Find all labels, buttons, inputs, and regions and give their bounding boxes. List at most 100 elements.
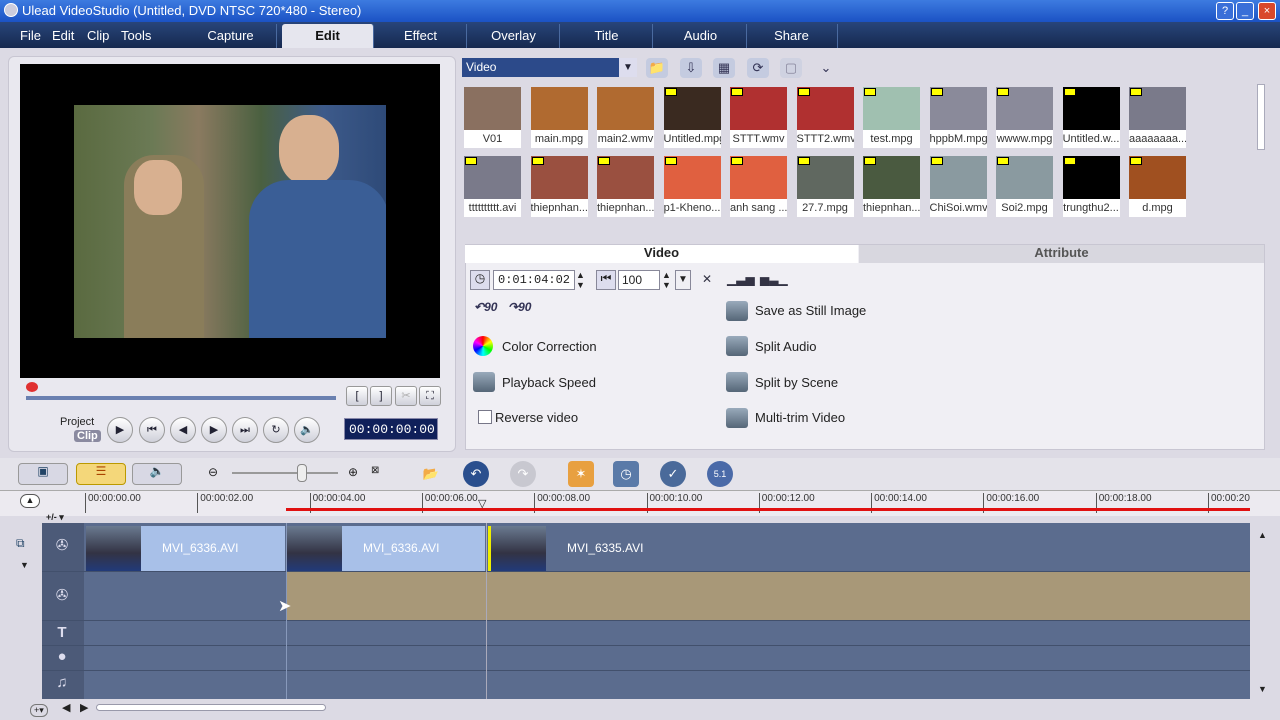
zoom-in-icon[interactable]: ⊕ — [348, 465, 358, 479]
timeline-scroll-down[interactable]: ▼ — [1258, 684, 1267, 694]
tab-audio[interactable]: Audio — [655, 24, 747, 48]
library-thumbnail[interactable]: test.mpg — [863, 87, 920, 148]
timeline-horizontal-scrollbar[interactable] — [96, 704, 326, 711]
menu-edit[interactable]: Edit — [52, 28, 74, 43]
library-thumbnail[interactable]: trungthu2... — [1062, 156, 1120, 217]
tab-video-options[interactable]: Video — [465, 245, 858, 263]
eject-icon[interactable]: ▲ — [20, 494, 40, 508]
rotate-right-button[interactable]: ↷90 — [508, 300, 531, 314]
play-button[interactable]: ▶ — [107, 417, 133, 443]
menu-clip[interactable]: Clip — [87, 28, 109, 43]
tab-capture[interactable]: Capture — [185, 24, 277, 48]
split-by-scene-button[interactable]: Split by Scene — [755, 375, 838, 390]
library-thumbnail[interactable]: main.mpg — [530, 87, 588, 148]
ripple-dropdown[interactable]: ▼ — [20, 560, 29, 570]
end-button[interactable]: ⏭ — [232, 417, 258, 443]
import-icon[interactable]: ⇩ — [680, 58, 702, 78]
enlarge-icon[interactable]: ⛶ — [419, 386, 441, 406]
library-thumbnail[interactable]: tttttttttt.avi — [464, 156, 521, 217]
tab-edit[interactable]: Edit — [282, 24, 374, 48]
clip-volume-field[interactable]: 100 — [618, 270, 660, 290]
volume-button[interactable]: 🔈 — [294, 417, 320, 443]
color-correction-button[interactable]: Color Correction — [502, 339, 597, 354]
mark-in-button[interactable]: [ — [346, 386, 368, 406]
multi-trim-video-button[interactable]: Multi-trim Video — [755, 410, 845, 425]
library-thumbnail[interactable]: Untitled.mpg — [663, 87, 721, 148]
rotate-left-button[interactable]: ↶90 — [474, 300, 497, 314]
playback-speed-button[interactable]: Playback Speed — [502, 375, 596, 390]
library-thumbnail[interactable]: Soi2.mpg — [996, 156, 1053, 217]
storyboard-view-button[interactable]: ▣ — [18, 463, 68, 485]
ripple-editing-icon[interactable]: ⧉ — [16, 536, 25, 551]
library-thumbnail[interactable]: ChiSoi.wmv — [929, 156, 987, 217]
library-category-dropdown[interactable]: Video ▼ — [462, 58, 637, 77]
tab-title[interactable]: Title — [561, 24, 653, 48]
timeline-options-button[interactable]: +▾ — [30, 704, 48, 717]
add-remove-tracks-button[interactable]: +/- ▾ — [46, 512, 64, 523]
timecode-field[interactable]: 00:00:00:00 — [344, 418, 438, 440]
library-thumbnail[interactable]: thiepnhan... — [530, 156, 588, 217]
cut-icon[interactable]: ✂ — [395, 386, 417, 406]
tab-effect[interactable]: Effect — [375, 24, 467, 48]
menu-file[interactable]: File — [20, 28, 41, 43]
audio-view-button[interactable]: 🔈 — [132, 463, 182, 485]
insert-media-icon[interactable]: 📂 — [418, 461, 444, 487]
volume-stepper[interactable]: ▲ ▼ — [662, 270, 671, 290]
timeline-clip[interactable]: MVI_6336.AVI — [86, 526, 285, 571]
refresh-icon[interactable]: ⟳ — [747, 58, 769, 78]
library-thumbnail[interactable]: hppbM.mpg — [929, 87, 987, 148]
library-thumbnail[interactable]: d.mpg — [1129, 156, 1186, 217]
timeline-scroll-up[interactable]: ▲ — [1258, 530, 1267, 540]
timeline-ruler[interactable]: 00:00:00.00 00:00:02.00 00:00:04.00 00:00:0… — [0, 490, 1280, 516]
library-thumbnail[interactable]: anh sang ... — [730, 156, 787, 217]
scrubber-track[interactable] — [26, 396, 336, 400]
library-thumbnail[interactable]: p1-Kheno... — [663, 156, 721, 217]
zoom-slider-handle[interactable] — [297, 464, 307, 482]
save-still-image-button[interactable]: Save as Still Image — [755, 303, 866, 318]
zoom-slider[interactable] — [232, 472, 338, 474]
timeline-clip-selected[interactable]: MVI_6335.AVI — [488, 526, 1250, 571]
project-mode[interactable]: Project — [60, 416, 94, 428]
mark-out-button[interactable]: ] — [370, 386, 392, 406]
library-thumbnail[interactable]: wwww.mpg — [996, 87, 1053, 148]
next-frame-button[interactable]: ▶ — [201, 417, 227, 443]
library-thumbnail[interactable]: thiepnhan... — [863, 156, 920, 217]
surround-sound-icon[interactable]: 5.1 — [707, 461, 733, 487]
library-thumbnail[interactable]: 27.7.mpg — [796, 156, 854, 217]
zoom-out-icon[interactable]: ⊖ — [208, 465, 218, 479]
mute-icon[interactable]: ✕ — [702, 272, 712, 286]
timeline-clip[interactable]: MVI_6336.AVI — [287, 526, 485, 571]
tab-share[interactable]: Share — [746, 24, 838, 48]
playhead-marker[interactable]: ▽ — [478, 497, 486, 510]
library-thumbnail[interactable]: thiepnhan... — [597, 156, 654, 217]
redo-icon[interactable]: ↷ — [510, 461, 536, 487]
undo-icon[interactable]: ↶ — [463, 461, 489, 487]
expand-icon[interactable]: ⌄ — [815, 58, 837, 78]
library-thumbnail[interactable]: STTT2.wmv — [796, 87, 854, 148]
batch-convert-icon[interactable]: ◷ — [613, 461, 639, 487]
menu-tools[interactable]: Tools — [121, 28, 151, 43]
library-scrollbar[interactable] — [1257, 84, 1265, 150]
scroll-left-icon[interactable]: ◀ — [62, 701, 70, 714]
library-thumbnail[interactable]: V01 — [464, 87, 521, 148]
fade-in-icon[interactable]: ▁▃▅ — [727, 272, 755, 286]
library-thumbnail[interactable]: Untitled.w... — [1062, 87, 1120, 148]
library-thumbnail[interactable]: STTT.wmv — [730, 87, 787, 148]
scroll-right-icon[interactable]: ▶ — [80, 701, 88, 714]
previous-frame-button[interactable]: ◀ — [170, 417, 196, 443]
library-manager-icon[interactable]: ▦ — [713, 58, 735, 78]
volume-mute-icon[interactable]: ⏮ — [596, 270, 616, 290]
reverse-video-checkbox[interactable] — [478, 410, 492, 424]
clip-mode[interactable]: Clip — [74, 430, 101, 442]
duration-field[interactable]: 0:01:04:02 — [493, 270, 575, 290]
volume-dropdown[interactable]: ▼ — [675, 270, 691, 290]
auto-music-icon[interactable]: ✓ — [660, 461, 686, 487]
timeline-view-button[interactable]: ☰ — [76, 463, 126, 485]
scrubber-handle[interactable] — [26, 382, 38, 392]
fade-out-icon[interactable]: ▅▃▁ — [760, 272, 788, 286]
options-icon[interactable]: ▢ — [780, 58, 802, 78]
tab-overlay[interactable]: Overlay — [468, 24, 560, 48]
home-button[interactable]: ⏮ — [139, 417, 165, 443]
smart-proxy-icon[interactable]: ✶ — [568, 461, 594, 487]
close-button[interactable]: × — [1258, 2, 1276, 20]
